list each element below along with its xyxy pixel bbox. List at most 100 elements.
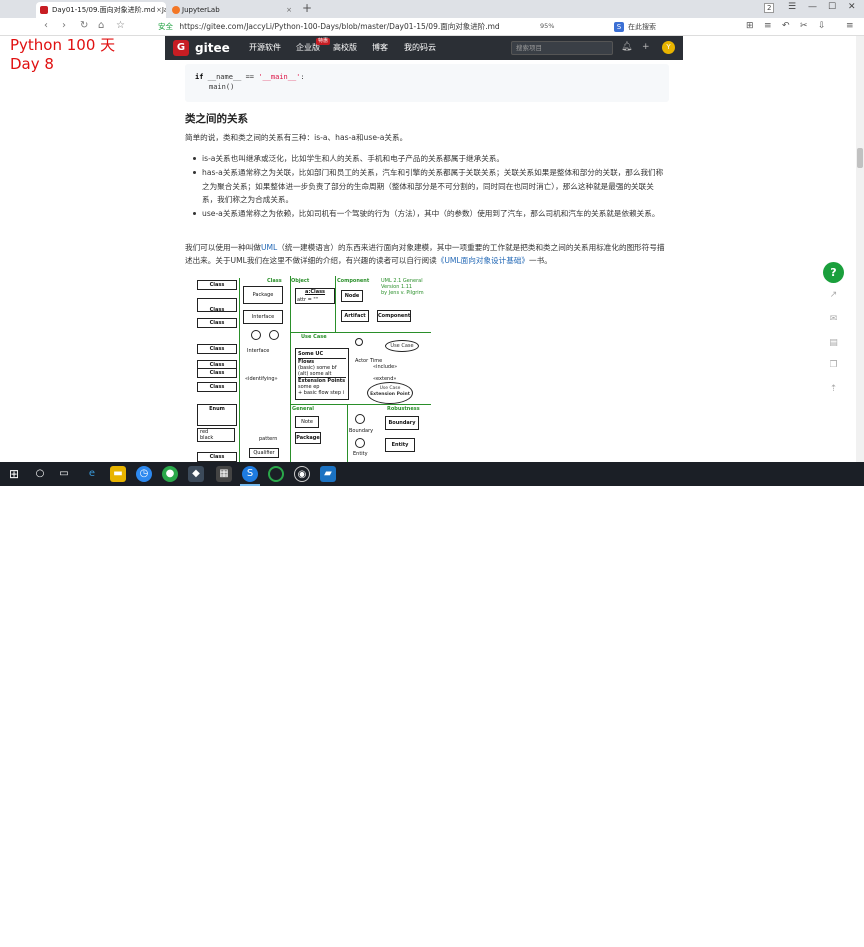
nav-university[interactable]: 高校版 — [333, 36, 357, 60]
uml-entity-label: Entity — [353, 451, 368, 457]
url-field[interactable]: 安全 https://gitee.com/JaccyLi/Python-100-… — [140, 20, 600, 34]
screenshot-icon[interactable]: ✂ — [800, 21, 808, 31]
windows-start-icon[interactable]: ⊞ — [6, 466, 22, 482]
task-view-icon[interactable]: ▭ — [56, 466, 72, 482]
back-icon[interactable]: ‹ — [44, 20, 48, 31]
search-box[interactable]: S 在此搜索 — [612, 21, 732, 33]
search-icon[interactable]: ○ — [32, 466, 48, 482]
system-clock[interactable]: 21:31 2020/4/11 — [826, 926, 859, 944]
uml-interface-circle — [269, 330, 279, 340]
edge-icon[interactable]: e — [84, 466, 100, 482]
hot-badge: 特惠 — [315, 38, 330, 45]
gitee-header: G gitee 开源软件 企业版 特惠 高校版 博客 我的码云 搜索项目 🔔︎ +… — [165, 36, 683, 60]
uml-note-box: Note — [295, 416, 319, 428]
uml-artifact-box: Artifact — [341, 310, 369, 322]
bell-icon[interactable]: 🔔︎ — [621, 42, 632, 52]
calculator-icon[interactable]: ▦ — [216, 466, 232, 482]
copy-icon[interactable]: ❐ — [827, 360, 840, 373]
uml-divider — [347, 404, 348, 462]
uml-class-box: Class — [197, 382, 237, 392]
blue-app-icon[interactable]: ▰ — [320, 466, 336, 482]
code-block: if __name__ == '__main__': main() — [185, 64, 669, 102]
uml-book-link[interactable]: 《UML面向对象设计基础》 — [437, 256, 529, 265]
uml-enum-values: red black — [197, 428, 235, 442]
url-text: https://gitee.com/JaccyLi/Python-100-Day… — [179, 22, 500, 31]
overlay-line1: Python 100 天 — [10, 36, 116, 54]
menu-icon[interactable]: ≡ — [764, 21, 772, 31]
share-icon[interactable]: ↗ — [827, 290, 840, 303]
uml-divider — [290, 276, 291, 462]
uml-link[interactable]: UML — [261, 243, 277, 252]
uml-interface-circle — [251, 330, 261, 340]
close-tab-icon[interactable]: × — [286, 2, 292, 18]
notification-badge[interactable]: 2 — [764, 3, 775, 13]
download-icon[interactable]: ⇩ — [818, 21, 826, 31]
note-icon[interactable]: ▤ — [827, 338, 840, 351]
uml-class-box: Class — [197, 318, 237, 328]
tab-title: Day01-15/09.面向对象进阶.md · Ja — [52, 6, 166, 14]
file-explorer-icon[interactable]: ▬ — [110, 466, 126, 482]
uml-entity-box: Entity — [385, 438, 415, 452]
uml-entity-icon — [355, 438, 365, 448]
avatar[interactable]: Y — [662, 41, 675, 54]
scrollbar-thumb[interactable] — [857, 148, 863, 168]
zoom-level[interactable]: 95% — [540, 22, 554, 30]
uml-identifying-label: «identifying» — [245, 376, 278, 382]
green-app-icon[interactable] — [268, 466, 284, 482]
app-icon[interactable]: ◆ — [188, 466, 204, 482]
code-colon: : — [300, 73, 305, 81]
extensions-icon[interactable]: ⊞ — [746, 21, 754, 31]
home-icon[interactable]: ⌂ — [98, 20, 104, 31]
nav-open-source[interactable]: 开源软件 — [249, 36, 281, 60]
uml-divider — [290, 404, 431, 405]
obs-icon[interactable]: ◉ — [294, 466, 310, 482]
nav-blog[interactable]: 博客 — [372, 36, 388, 60]
scrollbar-track[interactable] — [856, 36, 864, 462]
list-item: is-a关系也叫继承或泛化，比如学生和人的关系、手机和电子产品的关系都属于继承关… — [193, 152, 668, 166]
browser-taskbar-icon[interactable]: S — [242, 466, 258, 482]
gitee-search-input[interactable]: 搜索项目 — [511, 41, 613, 55]
undo-icon[interactable]: ↶ — [782, 21, 790, 31]
tab-gitee[interactable]: Day01-15/09.面向对象进阶.md · Ja × — [36, 2, 166, 18]
tab-jupyterlab[interactable]: JupyterLab × — [168, 2, 296, 18]
more-icon[interactable]: ≡ — [846, 21, 854, 31]
close-window-icon[interactable]: ✕ — [848, 2, 856, 12]
uml-node-box: Node — [341, 290, 363, 302]
uml-interface-label: Interface — [247, 348, 270, 354]
maximize-icon[interactable]: ☐ — [828, 2, 836, 12]
uml-include-label: «include» — [373, 364, 398, 370]
new-tab-button[interactable]: + — [302, 1, 312, 15]
browser-tab-bar: Day01-15/09.面向对象进阶.md · Ja × JupyterLab … — [0, 0, 864, 18]
uml-pattern-label: pattern — [259, 436, 278, 442]
plus-icon[interactable]: + — [642, 42, 650, 52]
list-item: has-a关系通常称之为关联，比如部门和员工的关系，汽车和引擎的关系都属于关联关… — [193, 166, 668, 207]
nav-enterprise[interactable]: 企业版 特惠 — [296, 36, 330, 60]
bookmark-icon[interactable]: ☆ — [116, 20, 125, 31]
minimize-icon[interactable]: — — [808, 2, 817, 12]
back-to-top-icon[interactable]: ⇡ — [827, 384, 840, 397]
uml-actor-label: Actor — [355, 358, 369, 364]
uml-divider — [335, 276, 336, 332]
uml-usecase-ellipse: Use Case — [385, 340, 419, 352]
help-button[interactable]: ? — [823, 262, 844, 283]
nav-my-gitee[interactable]: 我的码云 — [404, 36, 436, 60]
forward-icon[interactable]: › — [62, 20, 66, 31]
uml-enum-box: Enum — [197, 404, 237, 426]
clock-app-icon[interactable]: ◷ — [136, 466, 152, 482]
mail-icon[interactable]: ✉ — [827, 314, 840, 327]
skin-icon[interactable]: ☰ — [788, 2, 796, 12]
close-tab-icon[interactable]: × — [156, 2, 162, 18]
secure-badge: 安全 — [158, 22, 173, 31]
para-text: 一书。 — [529, 256, 552, 265]
uml-spec-flow-step: + basic flow step i — [298, 390, 345, 396]
refresh-icon[interactable]: ↻ — [80, 20, 88, 31]
uml-usecase-spec: Some UC Flows (basic) some bf (alt) some… — [295, 348, 349, 400]
uml-boundary-box: Boundary — [385, 416, 419, 430]
gitee-logo[interactable]: G gitee — [173, 39, 230, 57]
uml-class-title: Class — [267, 278, 282, 284]
wechat-icon[interactable]: ● — [162, 466, 178, 482]
uml-object-title: Object — [291, 278, 310, 284]
uml-spec-ext: Extension Points — [298, 377, 346, 384]
code-string: '__main__' — [258, 73, 301, 81]
uml-version-text: UML 2.1 General Version 1.11 by Jens v. … — [381, 278, 424, 296]
